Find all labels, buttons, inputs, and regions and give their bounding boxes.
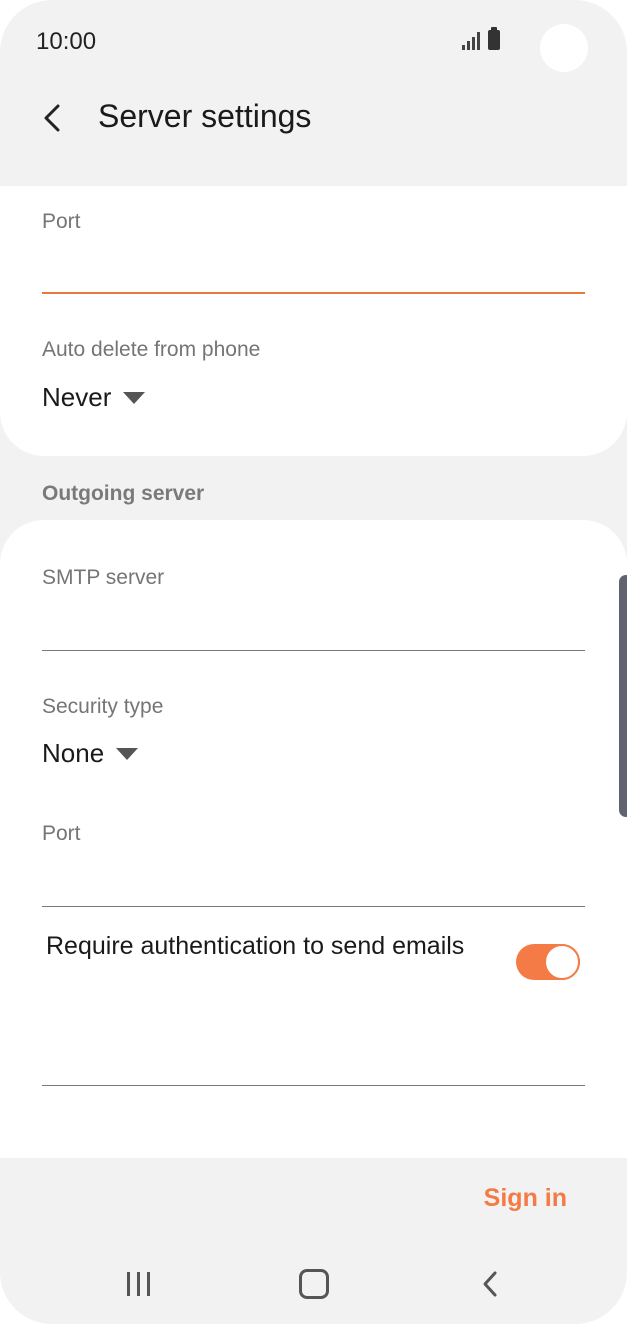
home-icon xyxy=(299,1269,329,1299)
smtp-server-input[interactable] xyxy=(42,608,585,648)
phone-screen: 10:00 Server settings Port Auto delete f… xyxy=(0,0,627,1324)
security-type-label: Security type xyxy=(42,695,164,718)
bottom-bar: Sign in xyxy=(0,1158,627,1324)
scrollbar-handle[interactable] xyxy=(619,575,627,817)
auto-delete-value: Never xyxy=(42,382,112,412)
recents-icon xyxy=(126,1272,150,1296)
status-icons xyxy=(462,27,500,50)
back-button[interactable] xyxy=(30,92,74,144)
outgoing-port-label: Port xyxy=(42,822,81,845)
home-button[interactable] xyxy=(286,1262,342,1306)
outgoing-port-input[interactable] xyxy=(42,864,585,904)
outgoing-server-header: Outgoing server xyxy=(42,482,205,505)
outgoing-port-underline xyxy=(42,906,585,907)
section-divider xyxy=(42,1085,585,1086)
incoming-port-underline xyxy=(42,292,585,294)
smtp-server-label: SMTP server xyxy=(42,566,165,589)
nav-back-button[interactable] xyxy=(462,1262,518,1306)
auto-delete-label: Auto delete from phone xyxy=(42,338,261,361)
incoming-port-input[interactable] xyxy=(42,252,585,292)
battery-icon xyxy=(488,27,500,50)
signal-icon xyxy=(462,30,480,50)
security-type-value: None xyxy=(42,738,105,768)
auto-delete-dropdown[interactable]: Never xyxy=(42,382,146,413)
outgoing-settings-card: SMTP server Security type None Port xyxy=(0,520,627,1158)
page-title: Server settings xyxy=(98,98,312,134)
camera-cutout xyxy=(540,24,588,72)
require-auth-label: Require authentication to send emails xyxy=(46,932,465,960)
status-time: 10:00 xyxy=(36,28,97,55)
dropdown-arrow-icon xyxy=(123,391,146,404)
security-type-dropdown[interactable]: None xyxy=(42,738,139,769)
back-icon xyxy=(483,1271,497,1297)
smtp-server-underline xyxy=(42,650,585,651)
recents-button[interactable] xyxy=(110,1262,166,1306)
sign-in-button[interactable]: Sign in xyxy=(484,1184,567,1213)
incoming-settings-card: Port Auto delete from phone Never xyxy=(0,186,627,456)
incoming-port-label: Port xyxy=(42,210,81,233)
toggle-knob xyxy=(544,944,580,980)
dropdown-arrow-icon xyxy=(116,747,139,760)
require-auth-toggle[interactable] xyxy=(516,944,580,980)
chevron-left-icon xyxy=(44,104,60,132)
